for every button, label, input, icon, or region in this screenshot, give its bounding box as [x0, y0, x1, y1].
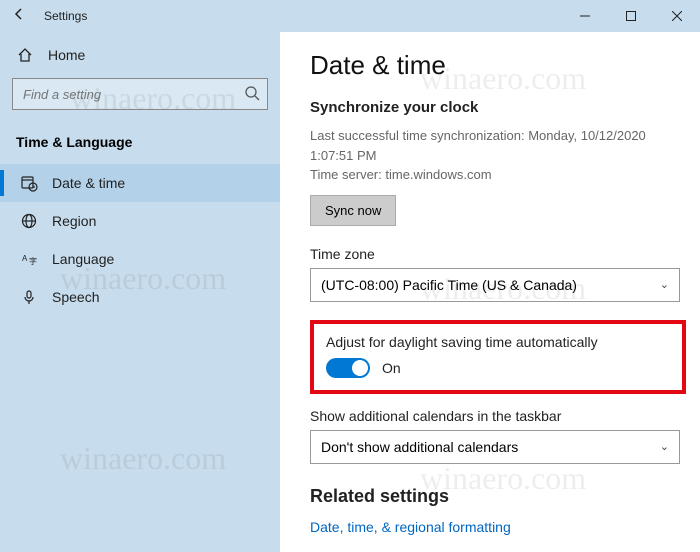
- back-icon[interactable]: [12, 7, 26, 26]
- sidebar-item-label: Speech: [52, 289, 99, 305]
- microphone-icon: [20, 288, 38, 306]
- minimize-button[interactable]: [562, 0, 608, 32]
- main-content: Date & time Synchronize your clock Last …: [280, 32, 700, 552]
- sidebar-item-region[interactable]: Region: [0, 202, 280, 240]
- sidebar-item-label: Language: [52, 251, 114, 267]
- dst-highlight: Adjust for daylight saving time automati…: [310, 320, 686, 394]
- language-icon: A字: [20, 250, 38, 268]
- calendar-clock-icon: [20, 174, 38, 192]
- sync-info-line1: Last successful time synchronization: Mo…: [310, 126, 686, 165]
- sync-now-button[interactable]: Sync now: [310, 195, 396, 226]
- svg-text:字: 字: [29, 256, 37, 266]
- home-icon: [16, 46, 34, 64]
- window-title: Settings: [44, 9, 87, 23]
- home-label: Home: [48, 47, 85, 63]
- sidebar-item-language[interactable]: A字 Language: [0, 240, 280, 278]
- chevron-down-icon: ⌄: [660, 440, 669, 453]
- timezone-label: Time zone: [310, 246, 686, 262]
- toggle-knob: [352, 360, 368, 376]
- chevron-down-icon: ⌄: [660, 278, 669, 291]
- search-icon: [244, 85, 260, 106]
- related-settings-header: Related settings: [310, 486, 686, 507]
- home-nav[interactable]: Home: [0, 36, 280, 74]
- sidebar-item-date-time[interactable]: Date & time: [0, 164, 280, 202]
- page-title: Date & time: [310, 50, 686, 81]
- titlebar: Settings: [0, 0, 700, 32]
- sidebar-item-label: Date & time: [52, 175, 125, 191]
- sync-info-line2: Time server: time.windows.com: [310, 165, 686, 185]
- globe-icon: [20, 212, 38, 230]
- sidebar-item-label: Region: [52, 213, 96, 229]
- dst-label: Adjust for daylight saving time automati…: [326, 334, 670, 350]
- additional-calendars-label: Show additional calendars in the taskbar: [310, 408, 686, 424]
- close-button[interactable]: [654, 0, 700, 32]
- timezone-value: (UTC-08:00) Pacific Time (US & Canada): [321, 277, 577, 293]
- additional-calendars-value: Don't show additional calendars: [321, 439, 518, 455]
- maximize-button[interactable]: [608, 0, 654, 32]
- category-header: Time & Language: [0, 124, 280, 164]
- additional-calendars-dropdown[interactable]: Don't show additional calendars ⌄: [310, 430, 680, 464]
- dst-toggle[interactable]: [326, 358, 370, 378]
- timezone-dropdown[interactable]: (UTC-08:00) Pacific Time (US & Canada) ⌄: [310, 268, 680, 302]
- svg-text:A: A: [22, 254, 28, 263]
- search-input[interactable]: [12, 78, 268, 110]
- sidebar-item-speech[interactable]: Speech: [0, 278, 280, 316]
- dst-state: On: [382, 360, 401, 376]
- sidebar: Home Time & Language Date & time Region …: [0, 32, 280, 552]
- link-add-clocks[interactable]: Add clocks for different time zones: [310, 549, 686, 552]
- sync-header: Synchronize your clock: [310, 99, 686, 116]
- link-date-time-formatting[interactable]: Date, time, & regional formatting: [310, 519, 686, 535]
